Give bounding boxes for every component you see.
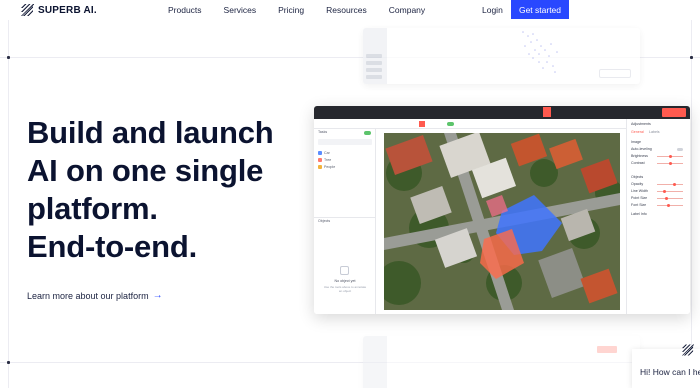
slider-knob	[665, 197, 668, 200]
top-navigation: SUPERB AI. Products Services Pricing Res…	[0, 0, 700, 20]
preview-button	[597, 346, 617, 353]
adjust-row-label: Line Width	[631, 189, 648, 193]
empty-objects-subtitle: Use the tools above to annotate an objec…	[323, 285, 367, 293]
nav-link-pricing[interactable]: Pricing	[278, 5, 304, 15]
nav-link-products[interactable]: Products	[168, 5, 202, 15]
line-width-slider	[657, 191, 683, 192]
slider-knob	[673, 183, 676, 186]
right-panel-tab-general: General	[631, 130, 644, 134]
app-tool-active	[543, 107, 551, 117]
class-color-chip	[318, 151, 322, 155]
font-size-slider	[657, 205, 683, 206]
guide-line-right	[691, 20, 692, 388]
arrow-right-icon: →	[152, 290, 163, 301]
guide-dot	[7, 56, 10, 59]
product-preview-card-bottom	[363, 336, 640, 388]
brand-name: SUPERB AI.	[38, 4, 97, 16]
hero-title-line: platform.	[27, 191, 158, 226]
app-toolbar-active-tool	[419, 121, 425, 127]
login-link[interactable]: Login	[482, 5, 503, 15]
embedding-scatter-graphic	[522, 31, 558, 73]
labeling-app-window: Tasks Car Tree People Objects No object …	[314, 106, 690, 314]
product-preview-card-top	[363, 28, 640, 84]
preview-sidebar	[363, 336, 387, 388]
aerial-image-canvas[interactable]	[384, 133, 620, 310]
adjust-row-label: Objects	[631, 175, 644, 179]
preview-sidebar-item	[366, 61, 382, 65]
adjust-row-label: Auto-leveling	[631, 147, 652, 151]
brand-logo[interactable]: SUPERB AI.	[21, 4, 97, 16]
guide-dot	[690, 56, 693, 59]
adjust-row-label: Font Size	[631, 203, 647, 207]
preview-sidebar-item	[366, 54, 382, 58]
chat-message: Hi! How can I help?	[640, 367, 700, 377]
objects-title: Objects	[318, 219, 331, 223]
class-label: People	[324, 165, 336, 169]
slider-knob	[669, 162, 672, 165]
left-panel-toggle	[364, 131, 371, 135]
app-save-button	[662, 108, 686, 117]
adjust-row-label: Image	[631, 140, 641, 144]
adjust-row-label: Opacity	[631, 182, 644, 186]
preview-sidebar	[363, 28, 387, 84]
left-panel-search	[318, 139, 372, 145]
preview-sidebar-item	[366, 68, 382, 72]
slider-knob	[669, 155, 672, 158]
right-panel-tab-labels: Labels	[649, 130, 660, 134]
class-label: Tree	[324, 158, 332, 162]
adjust-row-label: Contrast	[631, 161, 645, 165]
app-toolbar-toggle	[447, 122, 454, 126]
superb-logo-icon	[21, 4, 34, 16]
adjust-row-label: Label Info	[631, 212, 647, 216]
hero-title-line: Build and launch	[27, 115, 274, 150]
adjust-row-label: Point Size	[631, 196, 648, 200]
learn-more-link[interactable]: Learn more about our platform →	[27, 290, 163, 301]
nav-link-company[interactable]: Company	[389, 5, 425, 15]
auto-level-toggle	[677, 148, 683, 151]
preview-slider	[599, 69, 631, 78]
class-color-chip	[318, 158, 322, 162]
class-color-chip	[318, 165, 322, 169]
left-panel-tab: Tasks	[318, 130, 328, 134]
point-size-slider	[657, 198, 683, 199]
empty-objects-icon	[340, 266, 349, 275]
opacity-slider	[657, 184, 683, 185]
nav-links: Products Services Pricing Resources Comp…	[168, 5, 447, 15]
guide-dot	[7, 361, 10, 364]
nav-link-resources[interactable]: Resources	[326, 5, 367, 15]
app-left-panel: Tasks Car Tree People Objects No object …	[314, 129, 376, 314]
hero-title-line: End-to-end.	[27, 229, 197, 264]
learn-more-label: Learn more about our platform	[27, 290, 149, 301]
hero-title: Build and launch AI on one single platfo…	[27, 114, 317, 266]
class-label: Car	[324, 151, 330, 155]
left-panel-divider	[314, 217, 376, 218]
nav-link-services[interactable]: Services	[224, 5, 257, 15]
empty-objects-title: No object yet	[334, 279, 356, 283]
slider-knob	[663, 190, 666, 193]
guide-line-left	[8, 20, 9, 388]
right-panel-title: Adjustments	[631, 122, 651, 126]
get-started-button[interactable]: Get started	[511, 0, 569, 19]
chat-logo-icon[interactable]	[682, 344, 694, 356]
slider-knob	[667, 204, 670, 207]
adjust-row-label: Brightness	[631, 154, 648, 158]
hero-title-line: AI on one single	[27, 153, 264, 188]
preview-sidebar-item	[366, 75, 382, 79]
app-title-bar	[314, 106, 690, 119]
app-right-panel: Adjustments General Labels Image Auto-le…	[626, 119, 690, 314]
